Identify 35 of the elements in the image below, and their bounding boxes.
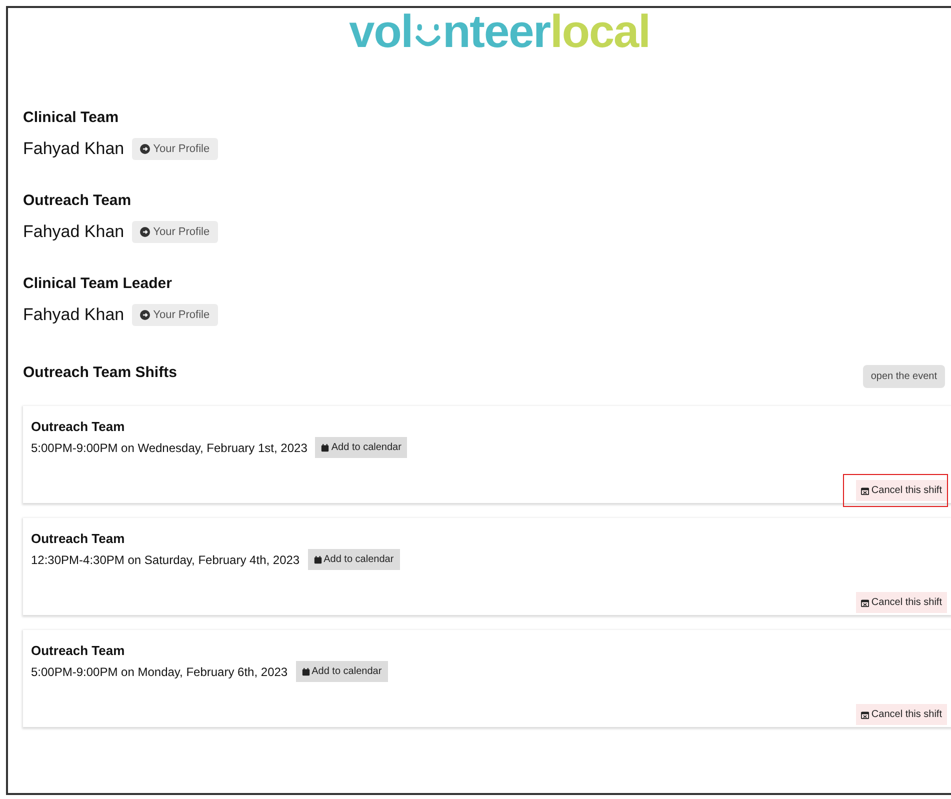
section-heading: Outreach Team (23, 192, 132, 209)
person-name: Fahyad Khan (23, 139, 124, 159)
section-heading: Clinical Team (23, 109, 120, 126)
cancel-shift-button[interactable]: Cancel this shift (856, 704, 947, 725)
calendar-icon (861, 598, 870, 606)
shift-title: Outreach Team (31, 419, 126, 434)
open-event-button[interactable]: open the event (862, 365, 945, 388)
calendar-icon (861, 710, 870, 718)
shift-time: 12:30PM-4:30PM on Saturday, February 4th, 2023 (31, 552, 300, 566)
calendar-icon (302, 668, 310, 676)
profile-button[interactable]: Your Profile (132, 221, 218, 243)
circle-arrow-icon (140, 144, 150, 154)
profile-button[interactable]: Your Profile (132, 138, 218, 160)
calendar-icon (314, 556, 322, 564)
cancel-shift-button[interactable]: Cancel this shift (856, 592, 947, 613)
calendar-icon (861, 486, 870, 494)
logo-text: nteer (442, 8, 550, 54)
shift-title: Outreach Team (31, 531, 126, 546)
person-name: Fahyad Khan (23, 305, 124, 325)
logo-text: vol (349, 8, 413, 54)
shift-time: 5:00PM-9:00PM on Wednesday, February 1st, 2023 (31, 440, 308, 454)
profile-button[interactable]: Your Profile (132, 304, 218, 326)
add-to-calendar-button[interactable]: Add to calendar (296, 661, 388, 682)
logo-text: local (550, 8, 650, 54)
calendar-icon (321, 444, 330, 452)
cancel-shift-button[interactable]: Cancel this shift (856, 480, 947, 501)
circle-arrow-icon (140, 310, 150, 320)
section-heading: Outreach Team Shifts (23, 364, 177, 381)
section-heading: Clinical Team Leader (23, 275, 173, 292)
circle-arrow-icon (140, 227, 150, 237)
shift-time: 5:00PM-9:00PM on Monday, February 6th, 2023 (31, 664, 288, 678)
add-to-calendar-button[interactable]: Add to calendar (315, 437, 408, 458)
person-name: Fahyad Khan (23, 222, 124, 242)
add-to-calendar-button[interactable]: Add to calendar (308, 549, 400, 570)
shift-title: Outreach Team (31, 643, 126, 658)
